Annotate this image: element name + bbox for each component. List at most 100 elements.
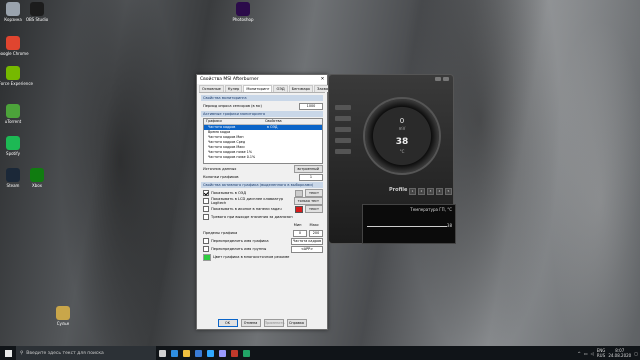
- start-button[interactable]: [0, 346, 16, 360]
- profile-label: Profile: [389, 187, 408, 193]
- override-name-input[interactable]: Частота кадров: [291, 237, 323, 245]
- app-icon: [236, 2, 250, 16]
- cancel-button[interactable]: Отмена: [240, 319, 261, 327]
- network-icon[interactable]: ▭: [584, 351, 588, 356]
- profile-slots: 12345: [409, 188, 452, 195]
- list-item[interactable]: Частота кадров ниже 0.1%: [204, 155, 322, 160]
- desktop-icon[interactable]: GeForce Experience: [0, 66, 33, 86]
- minimize-icon[interactable]: [435, 77, 441, 81]
- search-icon: ⚲: [20, 350, 24, 356]
- desktop-icon[interactable]: Steam: [2, 168, 24, 188]
- desktop-icon[interactable]: Xbox: [26, 168, 48, 188]
- help-button[interactable]: Справка: [286, 319, 307, 327]
- volume-icon[interactable]: ◁: [591, 351, 594, 356]
- taskbar-app-premiere[interactable]: [216, 346, 228, 360]
- desktop-icon[interactable]: Корзина: [2, 2, 24, 22]
- app-icon: [30, 2, 44, 16]
- gauge-temp-unit: °C: [399, 149, 405, 154]
- limit-min-input[interactable]: 0: [293, 229, 307, 237]
- profile-slot-button[interactable]: 2: [418, 188, 425, 195]
- poll-period-label: Период опроса сенсоров (в мс): [203, 104, 262, 108]
- lcd-mode-select[interactable]: только тест: [293, 197, 323, 205]
- tab-osd[interactable]: ОЭД: [273, 85, 288, 92]
- tray-checkbox[interactable]: [203, 206, 209, 212]
- override-name-checkbox[interactable]: [203, 238, 209, 244]
- app-icon: [6, 2, 20, 16]
- tray-mode-select[interactable]: текст: [305, 205, 323, 213]
- multisource-label: Цвет графика в многоисточном режиме: [213, 255, 290, 259]
- tab-monitoring[interactable]: Мониторинг: [243, 85, 273, 92]
- limit-max-input[interactable]: 200: [309, 229, 323, 237]
- clock[interactable]: 8:07 24.08.2020: [608, 348, 631, 358]
- tray-color-swatch[interactable]: [295, 205, 304, 213]
- desktop-icon[interactable]: uTorrent: [2, 104, 24, 124]
- close-icon[interactable]: ✕: [318, 75, 327, 84]
- desktop-icon[interactable]: Spotify: [2, 136, 24, 156]
- tab-benchmark[interactable]: Бенчмарк: [288, 85, 314, 92]
- search-placeholder: Введите здесь текст для поиска: [26, 350, 104, 356]
- desktop-icon-label: GeForce Experience: [0, 81, 33, 86]
- slider-core-clock[interactable]: [335, 127, 351, 132]
- desktop-icon-label: Spotify: [6, 151, 20, 156]
- monitor-graph-label: Температура ГП, °C: [410, 207, 452, 212]
- monitor-graph-line: [367, 226, 447, 227]
- taskbar-app-afterburner[interactable]: [228, 346, 240, 360]
- notification-icon[interactable]: ▢: [634, 351, 638, 356]
- data-source-button[interactable]: встроенный: [293, 165, 323, 173]
- chevron-up-icon[interactable]: ^: [577, 351, 580, 356]
- poll-period-input[interactable]: 1000: [299, 102, 323, 110]
- gauge-voltage-value: 0: [399, 117, 405, 125]
- excel-icon: [242, 349, 250, 357]
- photoshop-icon: [206, 349, 214, 357]
- taskbar-app-explorer[interactable]: [180, 346, 192, 360]
- profile-slot-button[interactable]: 5: [445, 188, 452, 195]
- desktop-icon-label: Photoshop: [232, 17, 254, 22]
- columns-input[interactable]: 1: [299, 173, 323, 181]
- app-icon: [56, 306, 70, 320]
- desktop-icon-label: Сулье: [56, 321, 70, 326]
- multisource-color-swatch[interactable]: [203, 253, 211, 261]
- list-header-graphs: Графики: [206, 119, 222, 123]
- desktop-icon[interactable]: Photoshop: [232, 2, 254, 22]
- close-icon[interactable]: [443, 77, 449, 81]
- override-group-checkbox[interactable]: [203, 246, 209, 252]
- columns-label: Колонки графиков: [203, 175, 239, 179]
- osd-mode-select[interactable]: текст: [305, 189, 323, 197]
- dialog-title: Свойства MSI Afterburner: [200, 77, 259, 82]
- taskbar-app-excel[interactable]: [240, 346, 252, 360]
- alarm-checkbox[interactable]: [203, 214, 209, 220]
- section-active-graph-props: Свойства активного графика (выделенного …: [201, 182, 323, 188]
- taskbar-app-store[interactable]: [192, 346, 204, 360]
- profile-slot-button[interactable]: 1: [409, 188, 416, 195]
- profile-slot-button[interactable]: 3: [427, 188, 434, 195]
- slider-memory-clock[interactable]: [335, 138, 351, 143]
- tray-label: Показывать в иконке в панели задач: [211, 207, 282, 211]
- taskbar-search[interactable]: ⚲ Введите здесь текст для поиска: [16, 346, 156, 360]
- ok-button[interactable]: OK: [217, 319, 238, 327]
- graphs-list[interactable]: Графики Свойства Частота кадров в ОЭД Врем…: [203, 118, 323, 164]
- language-indicator[interactable]: ENG RUS: [597, 348, 606, 358]
- slider-core-voltage[interactable]: [335, 105, 351, 110]
- show-osd-checkbox[interactable]: [203, 190, 209, 196]
- tab-general[interactable]: Основные: [199, 85, 224, 92]
- desktop-icon[interactable]: Сулье: [52, 306, 74, 326]
- desktop-icon[interactable]: OBS Studio: [26, 2, 48, 22]
- app-icon: [6, 36, 20, 50]
- tab-cooler[interactable]: Кулер: [224, 85, 243, 92]
- desktop-icon[interactable]: Google Chrome: [0, 36, 29, 56]
- app-icon: [6, 66, 20, 80]
- taskbar-app-photoshop[interactable]: [204, 346, 216, 360]
- show-osd-label: Показывать в ОЭД: [211, 191, 247, 195]
- osd-color-swatch[interactable]: [295, 189, 304, 197]
- override-group-input[interactable]: <APP>: [291, 245, 323, 253]
- app-icon: [6, 168, 20, 182]
- gauge-voltage-unit: mV: [398, 126, 406, 131]
- lcd-checkbox[interactable]: [203, 198, 209, 204]
- profile-slot-button[interactable]: 4: [436, 188, 443, 195]
- premiere-icon: [218, 349, 226, 357]
- taskbar-app-edge[interactable]: [168, 346, 180, 360]
- slider-power-limit[interactable]: [335, 116, 351, 121]
- apply-button[interactable]: Применить: [263, 319, 284, 327]
- slider-fan-speed[interactable]: [335, 149, 351, 154]
- taskbar-app-task-view[interactable]: [156, 346, 168, 360]
